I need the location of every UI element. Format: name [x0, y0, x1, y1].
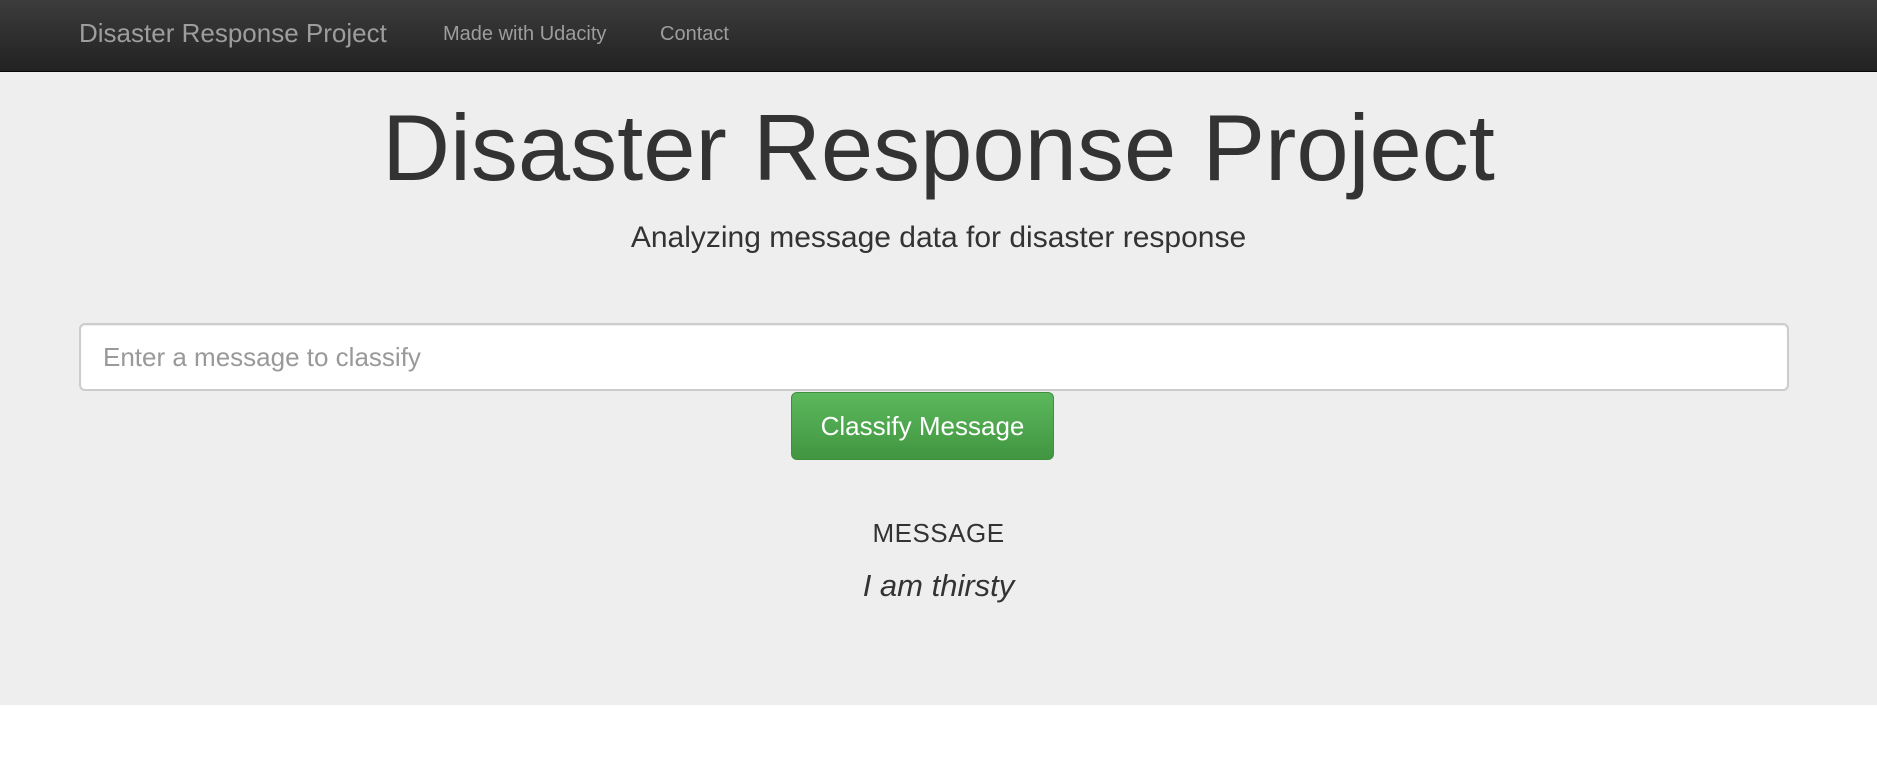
page-title: Disaster Response Project	[382, 95, 1495, 200]
jumbotron: Disaster Response Project Analyzing mess…	[0, 72, 1877, 705]
navbar-brand-link[interactable]: Disaster Response Project	[79, 18, 387, 48]
message-input[interactable]	[79, 323, 1789, 391]
classify-message-button[interactable]: Classify Message	[791, 392, 1054, 460]
result-label: MESSAGE	[872, 518, 1005, 548]
nav-link-contact[interactable]: Contact	[660, 22, 729, 46]
nav-link-made-with-udacity[interactable]: Made with Udacity	[443, 22, 606, 46]
page-subtitle: Analyzing message data for disaster resp…	[630, 221, 1247, 254]
navbar: Disaster Response Project Made with Udac…	[0, 0, 1877, 72]
result-message: I am thirsty	[862, 568, 1015, 603]
